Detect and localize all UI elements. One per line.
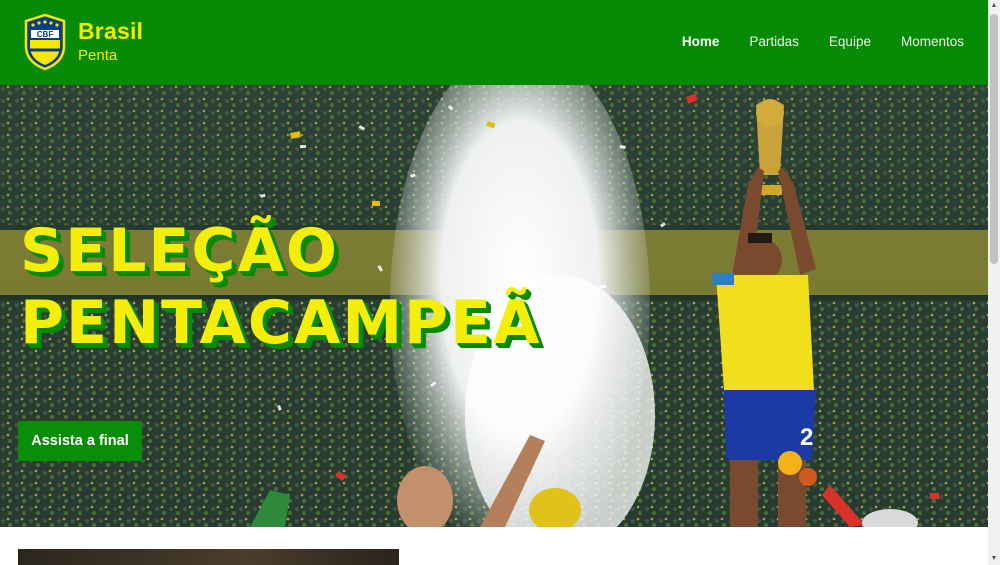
nav-partidas[interactable]: Partidas xyxy=(749,34,799,49)
nav-home[interactable]: Home xyxy=(682,34,720,49)
main-nav: Home Partidas Equipe Momentos xyxy=(682,34,964,49)
scroll-up-arrow-icon[interactable]: ▲ xyxy=(990,2,998,10)
jersey-number: 2 xyxy=(800,424,813,451)
page-scrollbar[interactable]: ▲ ▼ xyxy=(988,0,1000,565)
brand-subtitle: Penta xyxy=(78,47,118,64)
scroll-thumb[interactable] xyxy=(990,14,998,264)
hero-title-line2: PENTACAMPEÃ xyxy=(20,288,542,358)
brand[interactable]: Brasil Penta xyxy=(78,18,144,64)
hero-title-line1: SELEÇÃO xyxy=(20,216,339,286)
site-header: CBF Brasil Penta Home Partidas Equipe Mo… xyxy=(0,0,988,85)
logo-text: CBF xyxy=(37,30,54,39)
cbf-crest-icon[interactable]: CBF xyxy=(22,12,68,72)
brand-title: Brasil xyxy=(78,18,144,44)
hero-banner: 2 SELEÇÃO PENTACAMPEÃ Assista a final xyxy=(0,85,988,527)
nav-equipe[interactable]: Equipe xyxy=(829,34,871,49)
watch-final-button[interactable]: Assista a final xyxy=(18,421,142,461)
scroll-down-arrow-icon[interactable]: ▼ xyxy=(990,555,998,563)
nav-momentos[interactable]: Momentos xyxy=(901,34,964,49)
content-thumbnail[interactable] xyxy=(18,549,399,565)
hero-title: SELEÇÃO PENTACAMPEÃ xyxy=(20,215,541,359)
